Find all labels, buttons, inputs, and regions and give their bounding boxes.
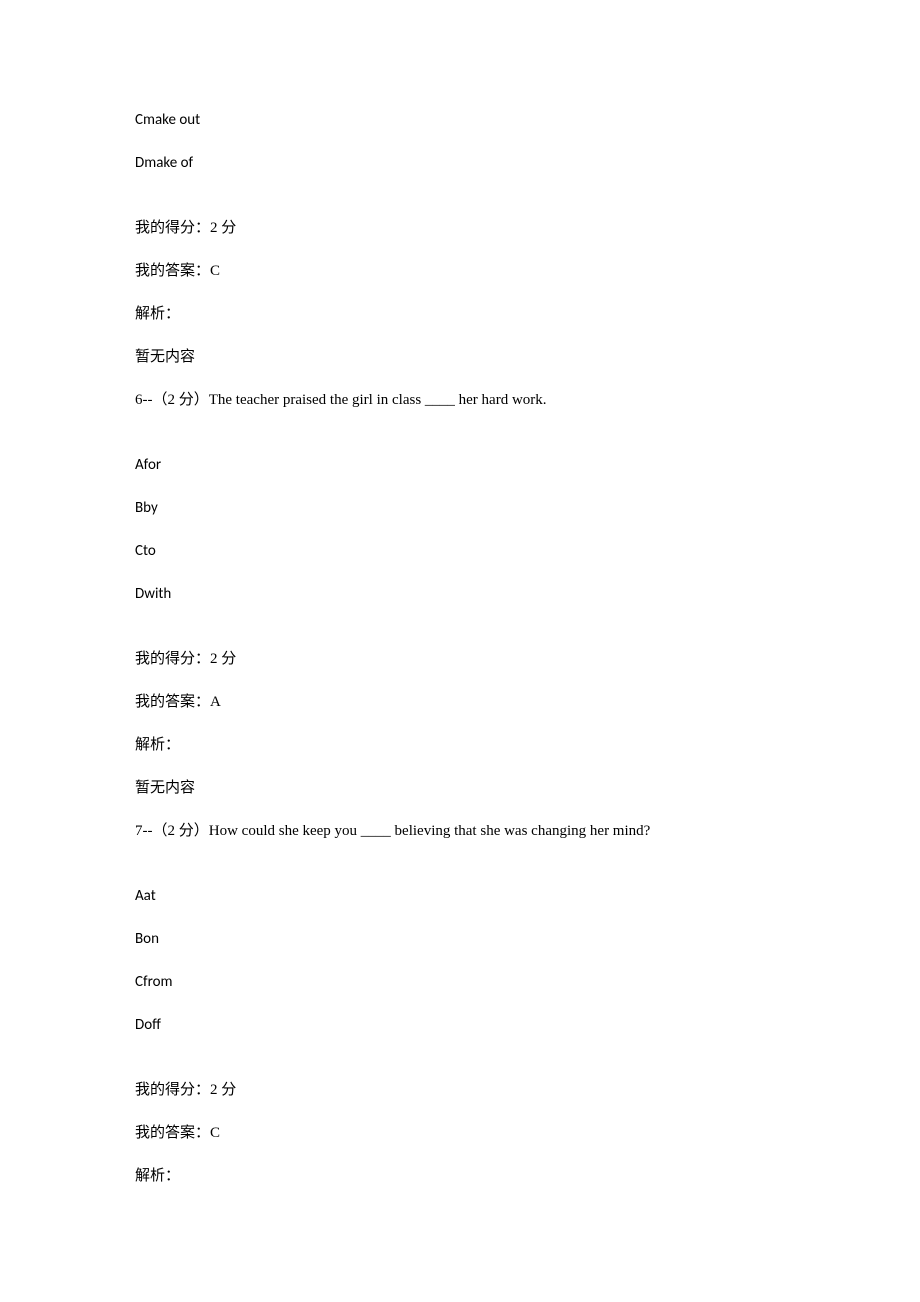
q6-option-d: Dwith [135, 584, 785, 605]
q7-score: 我的得分：2 分 [135, 1080, 785, 1101]
q7-option-a: Aat [135, 886, 785, 907]
q5-score: 我的得分：2 分 [135, 218, 785, 239]
q7-prompt-text: 7--（2 分）How could she keep you ____ beli… [135, 823, 650, 839]
q5-analysis-body: 暂无内容 [135, 347, 785, 368]
q6-option-a: Afor [135, 455, 785, 476]
document-page: Cmake out Dmake of 我的得分：2 分 我的答案：C 解析： 暂… [0, 0, 920, 1269]
q6-option-c: Cto [135, 541, 785, 562]
q5-option-d: Dmake of [135, 153, 785, 174]
q5-analysis-label: 解析： [135, 304, 785, 325]
q6-prompt-text: 6--（2 分）The teacher praised the girl in … [135, 392, 547, 408]
q6-analysis-body: 暂无内容 [135, 778, 785, 799]
q7-option-b: Bon [135, 929, 785, 950]
q7-analysis-label: 解析： [135, 1166, 785, 1187]
q5-answer: 我的答案：C [135, 261, 785, 282]
q6-analysis-label: 解析： [135, 735, 785, 756]
q6-answer: 我的答案：A [135, 692, 785, 713]
q6-prompt: 6--（2 分）The teacher praised the girl in … [135, 390, 785, 411]
q7-answer: 我的答案：C [135, 1123, 785, 1144]
spacer [135, 433, 785, 455]
spacer [135, 196, 785, 218]
q7-option-d: Doff [135, 1015, 785, 1036]
spacer [135, 1058, 785, 1080]
q5-option-c: Cmake out [135, 110, 785, 131]
q6-option-b: Bby [135, 498, 785, 519]
q7-option-c: Cfrom [135, 972, 785, 993]
spacer [135, 864, 785, 886]
q7-prompt: 7--（2 分）How could she keep you ____ beli… [135, 821, 785, 842]
spacer [135, 627, 785, 649]
q6-score: 我的得分：2 分 [135, 649, 785, 670]
